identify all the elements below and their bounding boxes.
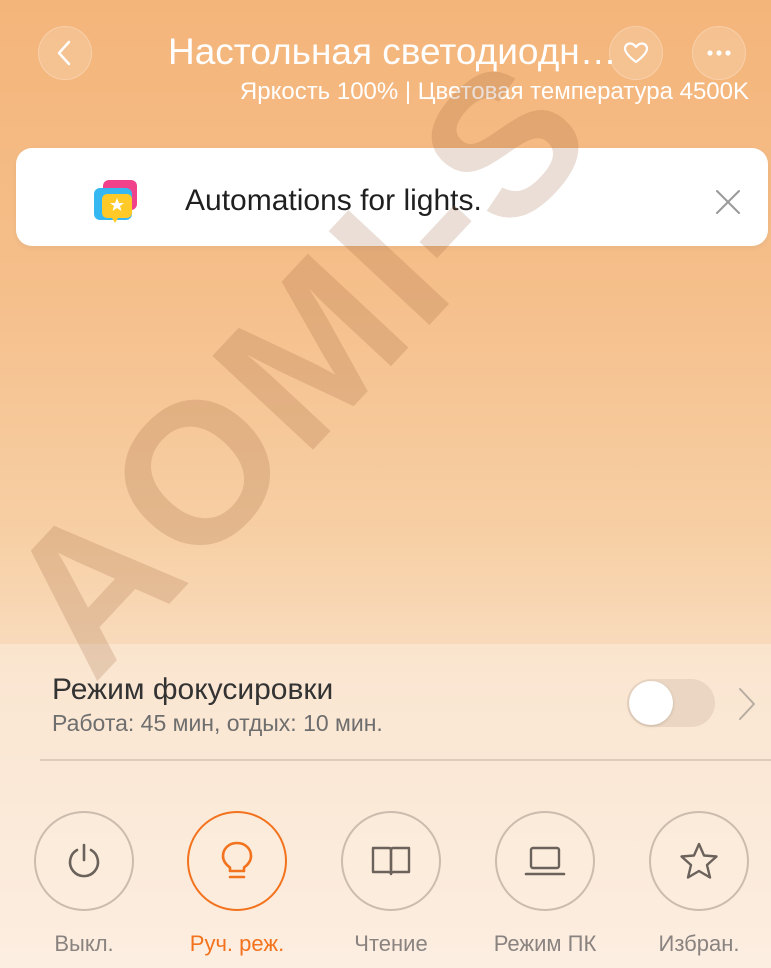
divider	[40, 759, 771, 761]
mode-favorite-button[interactable]	[649, 811, 749, 911]
focus-mode-subtitle: Работа: 45 мин, отдых: 10 мин.	[52, 710, 383, 736]
mode-pc-label: Режим ПК	[493, 931, 597, 956]
star-icon	[680, 842, 718, 879]
book-icon	[371, 846, 411, 876]
banner-text: Automations for lights.	[185, 184, 482, 217]
page-title: Настольная светодиодна...	[168, 31, 626, 72]
heart-icon	[623, 42, 649, 64]
mode-manual-button[interactable]	[187, 811, 287, 911]
mode-pc-button[interactable]	[495, 811, 595, 911]
laptop-icon	[524, 846, 566, 876]
toggle-knob	[629, 681, 673, 725]
device-status: Яркость 100% | Цветовая температура 4500…	[239, 78, 749, 105]
automation-banner[interactable]: Automations for lights.	[16, 148, 768, 246]
mode-manual-label: Руч. реж.	[189, 931, 285, 956]
mode-reading-button[interactable]	[341, 811, 441, 911]
automation-icon	[94, 180, 137, 223]
favorite-button[interactable]	[609, 26, 663, 80]
more-button[interactable]	[692, 26, 746, 80]
chevron-left-icon	[57, 40, 71, 66]
mode-favorite-label: Избран.	[658, 931, 740, 956]
mode-off-label: Выкл.	[54, 931, 114, 956]
back-button[interactable]	[38, 26, 92, 80]
power-icon	[68, 843, 100, 878]
focus-mode-title: Режим фокусировки	[52, 673, 334, 706]
more-dots-icon	[707, 50, 731, 56]
chevron-right-icon[interactable]	[736, 686, 758, 722]
mode-off-button[interactable]	[34, 811, 134, 911]
close-icon[interactable]	[713, 187, 743, 217]
focus-mode-toggle[interactable]	[627, 679, 715, 727]
mode-reading-label: Чтение	[354, 931, 428, 956]
bulb-icon	[221, 841, 253, 879]
header: Настольная светодиодна... Яркость 100% |…	[0, 0, 771, 130]
